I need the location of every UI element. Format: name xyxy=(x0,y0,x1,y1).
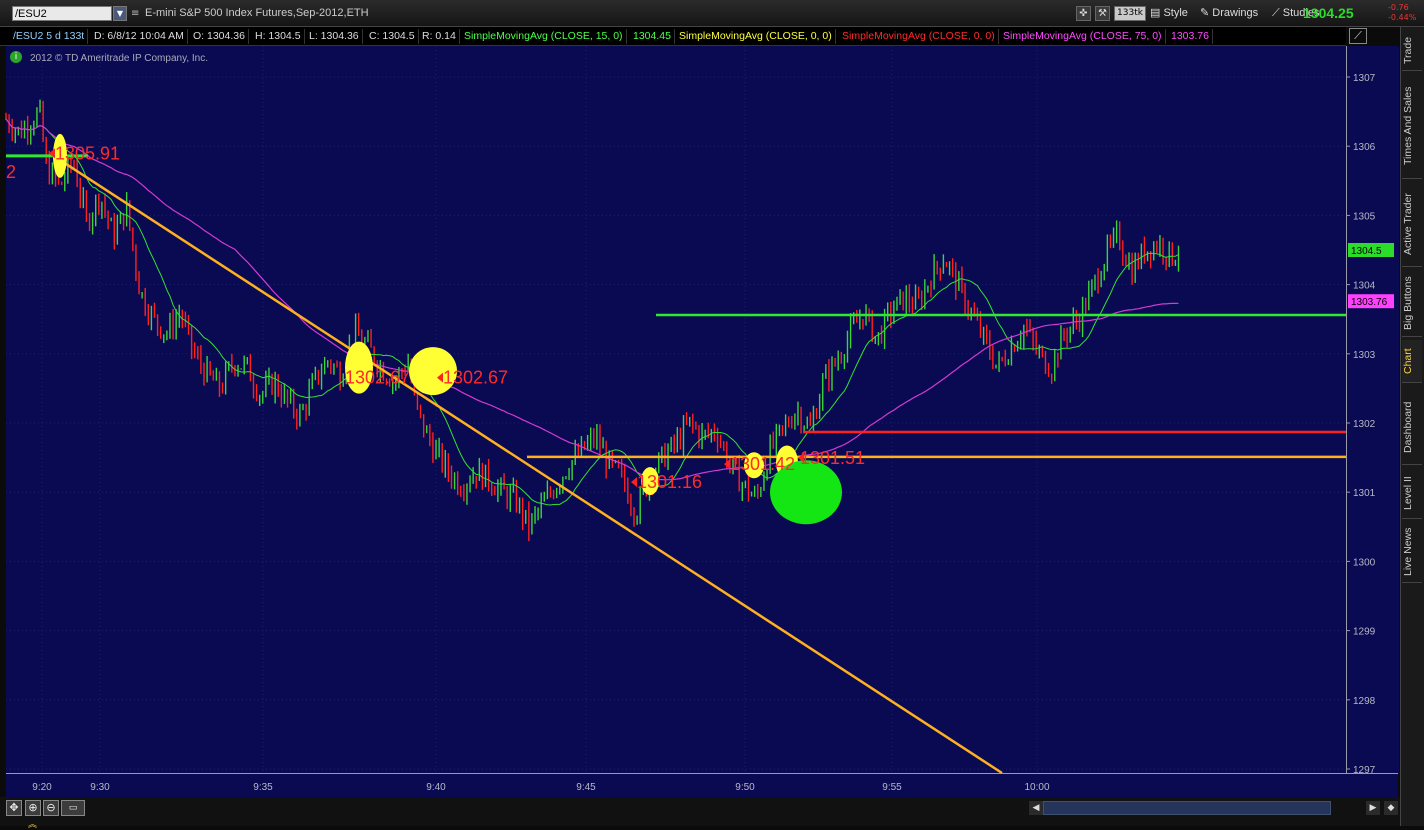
tab-big-buttons[interactable]: Big Buttons xyxy=(1402,270,1422,337)
x-tick-label: 9:30 xyxy=(90,782,110,793)
y-tick-label: 1301 xyxy=(1353,488,1376,499)
zoom-in-icon[interactable]: ⊕ xyxy=(25,800,41,816)
tab-live-news[interactable]: Live News xyxy=(1402,522,1422,583)
tab-active-trader[interactable]: Active Trader xyxy=(1402,182,1422,267)
td-logo-icon: i xyxy=(10,51,22,63)
x-tick-label: 9:45 xyxy=(576,782,596,793)
x-tick-label: 9:35 xyxy=(253,782,273,793)
x-tick-label: 9:40 xyxy=(426,782,446,793)
y-tick-label: 1307 xyxy=(1353,73,1376,84)
tab-trade[interactable]: Trade xyxy=(1402,30,1422,71)
collapse-icon[interactable]: ︽ xyxy=(28,817,37,830)
price-annotation: 2 xyxy=(6,162,16,182)
y-tick-label: 1305 xyxy=(1353,211,1376,222)
y-tick-label: 1304 xyxy=(1353,281,1376,292)
price-annotation: 1302.67 xyxy=(443,368,508,388)
horizontal-scrollbar[interactable] xyxy=(1043,801,1331,815)
zoom-out-icon[interactable]: ⊖ xyxy=(43,800,59,816)
scroll-split-icon[interactable]: ◆ xyxy=(1384,801,1398,815)
y-tick-label: 1298 xyxy=(1353,696,1376,707)
scroll-left-icon[interactable]: ◀ xyxy=(1029,801,1043,815)
tab-times-and-sales[interactable]: Times And Sales xyxy=(1402,74,1422,179)
sma-75-line xyxy=(5,118,1179,481)
price-tag-label: 1303.76 xyxy=(1351,297,1388,308)
tab-dashboard[interactable]: Dashboard xyxy=(1402,390,1422,465)
x-tick-label: 10:00 xyxy=(1024,782,1049,793)
chart-canvas: 1297 1298 1299 1300 1301 1302 1303 1304 1305 1306… xyxy=(5,46,1394,793)
price-tag-label: 1304.5 xyxy=(1351,246,1382,257)
copyright-text: 2012 © TD Ameritrade IP Company, Inc. xyxy=(30,53,209,64)
scroll-right-icon[interactable]: ▶ xyxy=(1366,801,1380,815)
price-annotation: 1305.91 xyxy=(55,143,120,163)
x-tick-label: 9:55 xyxy=(882,782,902,793)
price-annotation: 1301.51 xyxy=(800,448,865,468)
y-tick-label: 1300 xyxy=(1353,557,1376,568)
y-tick-label: 1297 xyxy=(1353,765,1376,776)
price-annotation: 1302.67 xyxy=(345,368,410,388)
y-tick-label: 1299 xyxy=(1353,627,1376,638)
tab-level-ii[interactable]: Level II xyxy=(1402,468,1422,519)
y-tick-label: 1306 xyxy=(1353,142,1376,153)
zoom-reset-button[interactable]: ▭ xyxy=(61,800,85,816)
y-tick-label: 1302 xyxy=(1353,419,1376,430)
price-annotation: 1301.42 xyxy=(730,454,795,474)
tab-chart[interactable]: Chart xyxy=(1402,340,1422,383)
x-tick-label: 9:50 xyxy=(735,782,755,793)
price-annotation: 1301.16 xyxy=(637,472,702,492)
y-tick-label: 1303 xyxy=(1353,350,1376,361)
pan-icon[interactable]: ✥ xyxy=(6,800,22,816)
x-tick-label: 9:20 xyxy=(32,782,52,793)
